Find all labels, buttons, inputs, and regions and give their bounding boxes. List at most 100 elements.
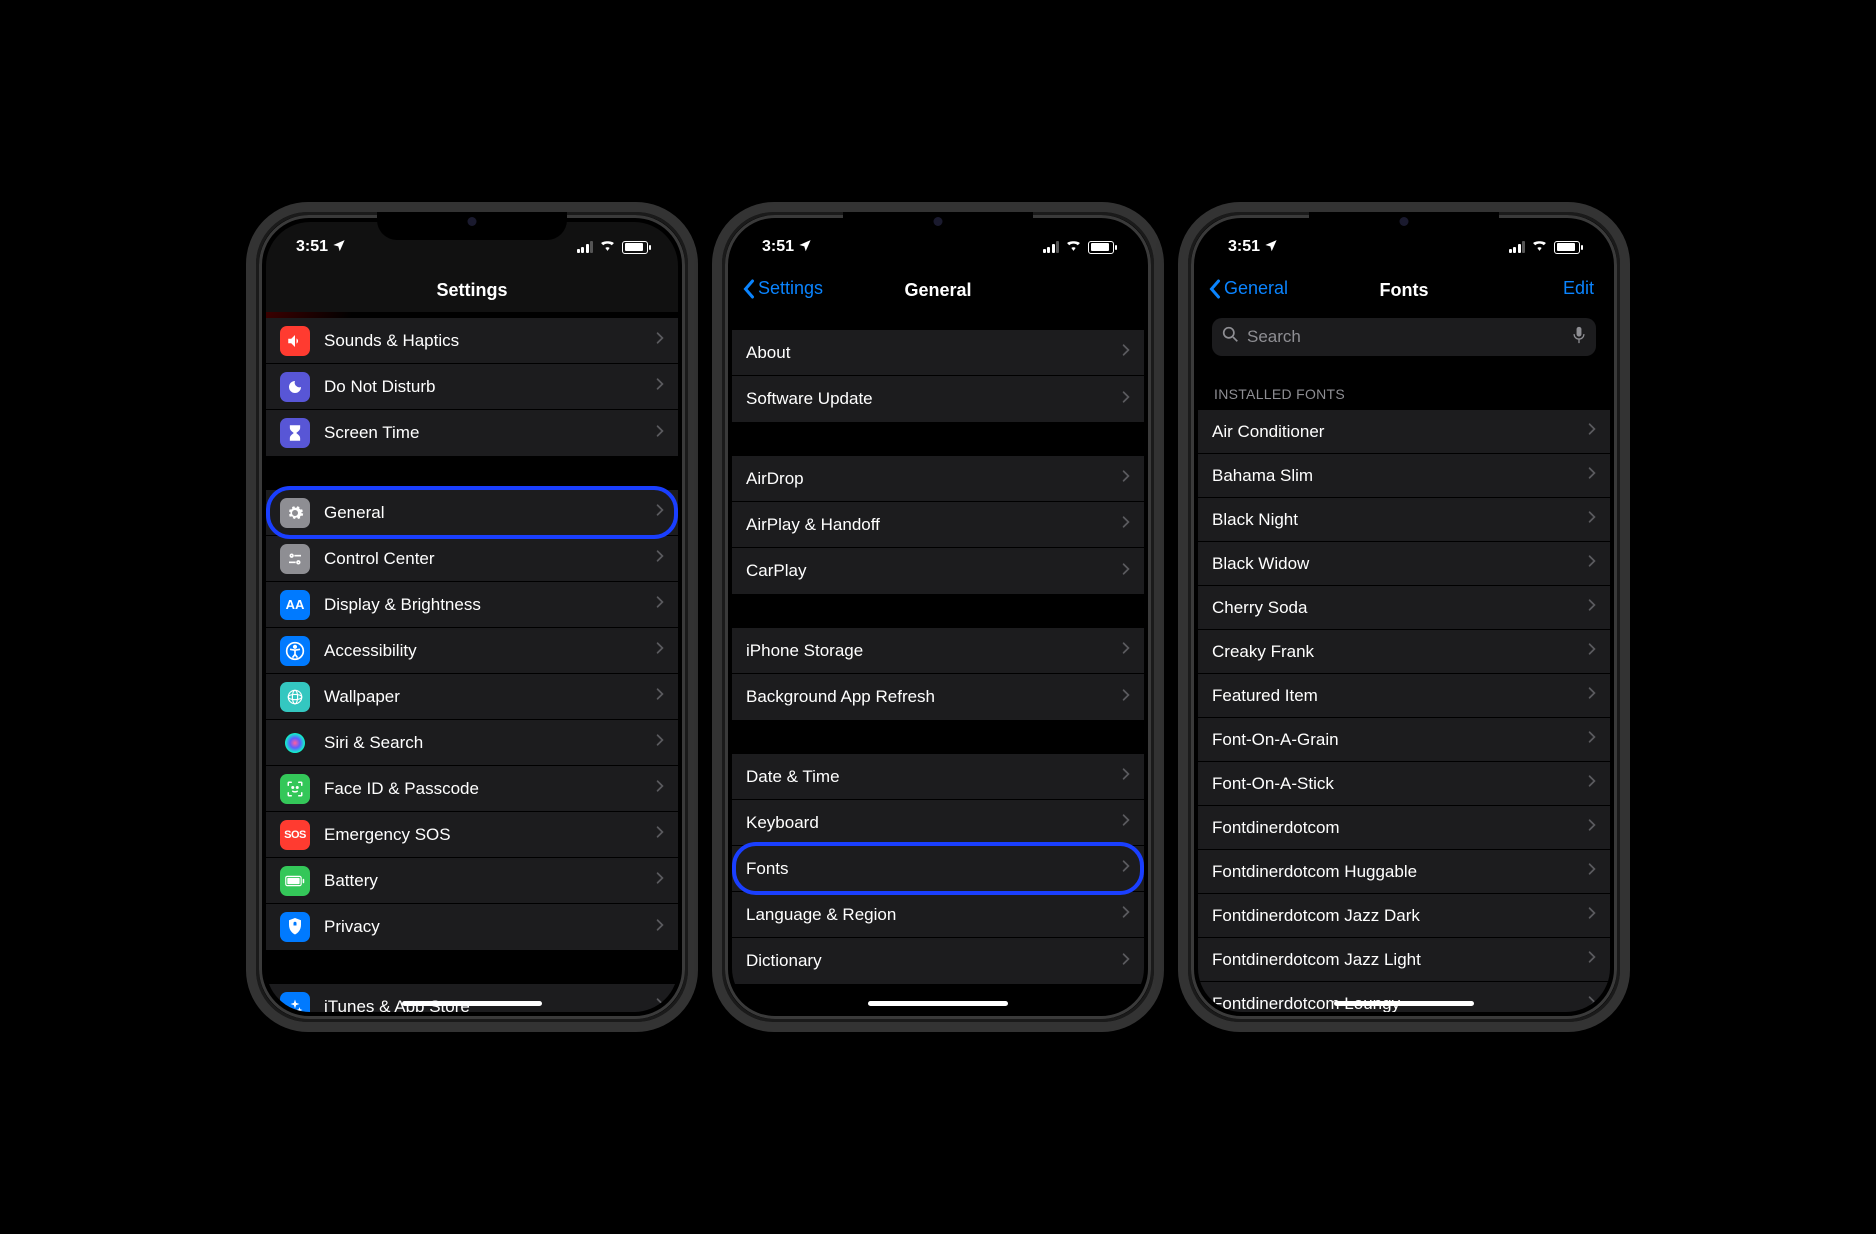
mic-icon[interactable] bbox=[1572, 326, 1586, 349]
row-label: Fonts bbox=[746, 859, 1122, 879]
sos-icon: SOS bbox=[280, 820, 310, 850]
row-faceid[interactable]: Face ID & Passcode bbox=[266, 766, 678, 812]
row-label: Control Center bbox=[324, 549, 656, 569]
chevron-right-icon bbox=[1122, 641, 1130, 660]
chevron-right-icon bbox=[1588, 818, 1596, 837]
chevron-right-icon bbox=[1588, 862, 1596, 881]
row-label: CarPlay bbox=[746, 561, 1122, 581]
row-label: Featured Item bbox=[1212, 686, 1588, 706]
font-row[interactable]: Fontdinerdotcom Huggable bbox=[1198, 850, 1610, 894]
row-label: Fontdinerdotcom Jazz Dark bbox=[1212, 906, 1588, 926]
chevron-right-icon bbox=[656, 997, 664, 1012]
row-display[interactable]: AADisplay & Brightness bbox=[266, 582, 678, 628]
row-itunes[interactable]: iTunes & App Store bbox=[266, 984, 678, 1012]
row-about[interactable]: About bbox=[732, 330, 1144, 376]
font-row[interactable]: Font-On-A-Grain bbox=[1198, 718, 1610, 762]
chevron-right-icon bbox=[656, 687, 664, 706]
font-row[interactable]: Featured Item bbox=[1198, 674, 1610, 718]
row-wallpaper[interactable]: Wallpaper bbox=[266, 674, 678, 720]
row-screentime[interactable]: Screen Time bbox=[266, 410, 678, 456]
row-privacy[interactable]: Privacy bbox=[266, 904, 678, 950]
row-general[interactable]: General bbox=[266, 490, 678, 536]
font-row[interactable]: Fontdinerdotcom Jazz Dark bbox=[1198, 894, 1610, 938]
status-time: 3:51 bbox=[1228, 238, 1260, 256]
row-dnd[interactable]: Do Not Disturb bbox=[266, 364, 678, 410]
screen-settings: 3:51 Settings Sounds & HapticsDo Not Dis… bbox=[266, 222, 678, 1012]
row-carplay[interactable]: CarPlay bbox=[732, 548, 1144, 594]
wifi-icon bbox=[599, 238, 616, 256]
font-row[interactable]: Creaky Frank bbox=[1198, 630, 1610, 674]
chevron-right-icon bbox=[1122, 859, 1130, 878]
row-language-region[interactable]: Language & Region bbox=[732, 892, 1144, 938]
status-time: 3:51 bbox=[762, 238, 794, 256]
font-row[interactable]: Fontdinerdotcom Loungy bbox=[1198, 982, 1610, 1012]
font-row[interactable]: Fontdinerdotcom bbox=[1198, 806, 1610, 850]
chevron-right-icon bbox=[1588, 906, 1596, 925]
wallpaper-icon bbox=[280, 682, 310, 712]
row-label: iPhone Storage bbox=[746, 641, 1122, 661]
general-list[interactable]: About Software Update AirDropAirPlay & Han… bbox=[732, 330, 1144, 984]
search-input[interactable]: Search bbox=[1212, 318, 1596, 356]
battery-icon bbox=[280, 866, 310, 896]
wifi-icon bbox=[1065, 238, 1082, 256]
fonts-list[interactable]: INSTALLED FONTSAir ConditionerBahama Sli… bbox=[1198, 386, 1610, 1012]
row-iphone-storage[interactable]: iPhone Storage bbox=[732, 628, 1144, 674]
row-airdrop[interactable]: AirDrop bbox=[732, 456, 1144, 502]
font-row[interactable]: Black Night bbox=[1198, 498, 1610, 542]
chevron-right-icon bbox=[1122, 767, 1130, 786]
chevron-right-icon bbox=[1588, 466, 1596, 485]
row-label: Cherry Soda bbox=[1212, 598, 1588, 618]
accessibility-icon bbox=[280, 636, 310, 666]
row-label: General bbox=[324, 503, 656, 523]
row-date-time[interactable]: Date & Time bbox=[732, 754, 1144, 800]
row-fonts[interactable]: Fonts bbox=[732, 846, 1144, 892]
row-dictionary[interactable]: Dictionary bbox=[732, 938, 1144, 984]
font-row[interactable]: Air Conditioner bbox=[1198, 410, 1610, 454]
home-indicator[interactable] bbox=[402, 1001, 542, 1006]
row-label: Battery bbox=[324, 871, 656, 891]
row-label: Air Conditioner bbox=[1212, 422, 1588, 442]
chevron-right-icon bbox=[1122, 469, 1130, 488]
row-label: Screen Time bbox=[324, 423, 656, 443]
row-label: Fontdinerdotcom bbox=[1212, 818, 1588, 838]
font-row[interactable]: Font-On-A-Stick bbox=[1198, 762, 1610, 806]
row-controlcenter[interactable]: Control Center bbox=[266, 536, 678, 582]
cellular-icon bbox=[1509, 241, 1526, 253]
chevron-right-icon bbox=[1122, 343, 1130, 362]
row-airplay-handoff[interactable]: AirPlay & Handoff bbox=[732, 502, 1144, 548]
row-label: Wallpaper bbox=[324, 687, 656, 707]
edit-button[interactable]: Edit bbox=[1563, 278, 1594, 299]
battery-icon bbox=[1554, 241, 1580, 254]
notch bbox=[377, 212, 567, 240]
chevron-right-icon bbox=[656, 549, 664, 568]
chevron-right-icon bbox=[656, 424, 664, 443]
chevron-right-icon bbox=[1588, 598, 1596, 617]
row-battery[interactable]: Battery bbox=[266, 858, 678, 904]
home-indicator[interactable] bbox=[868, 1001, 1008, 1006]
home-indicator[interactable] bbox=[1334, 1001, 1474, 1006]
row-background-app-refresh[interactable]: Background App Refresh bbox=[732, 674, 1144, 720]
font-row[interactable]: Fontdinerdotcom Jazz Light bbox=[1198, 938, 1610, 982]
row-sounds[interactable]: Sounds & Haptics bbox=[266, 318, 678, 364]
row-label: About bbox=[746, 343, 1122, 363]
row-sos[interactable]: SOS Emergency SOS bbox=[266, 812, 678, 858]
row-label: Siri & Search bbox=[324, 733, 656, 753]
chevron-right-icon bbox=[656, 779, 664, 798]
row-siri[interactable]: Siri & Search bbox=[266, 720, 678, 766]
back-button[interactable]: Settings bbox=[742, 278, 823, 299]
row-label: Language & Region bbox=[746, 905, 1122, 925]
back-button[interactable]: General bbox=[1208, 278, 1288, 299]
font-row[interactable]: Bahama Slim bbox=[1198, 454, 1610, 498]
chevron-right-icon bbox=[656, 918, 664, 937]
font-row[interactable]: Black Widow bbox=[1198, 542, 1610, 586]
chevron-right-icon bbox=[1588, 422, 1596, 441]
settings-list[interactable]: Sounds & HapticsDo Not Disturb Screen Tim… bbox=[266, 318, 678, 1012]
font-row[interactable]: Cherry Soda bbox=[1198, 586, 1610, 630]
display-icon: AA bbox=[280, 590, 310, 620]
row-software-update[interactable]: Software Update bbox=[732, 376, 1144, 422]
row-accessibility[interactable]: Accessibility bbox=[266, 628, 678, 674]
row-keyboard[interactable]: Keyboard bbox=[732, 800, 1144, 846]
itunes-icon bbox=[280, 992, 310, 1013]
row-label: Emergency SOS bbox=[324, 825, 656, 845]
search-icon bbox=[1222, 326, 1239, 348]
